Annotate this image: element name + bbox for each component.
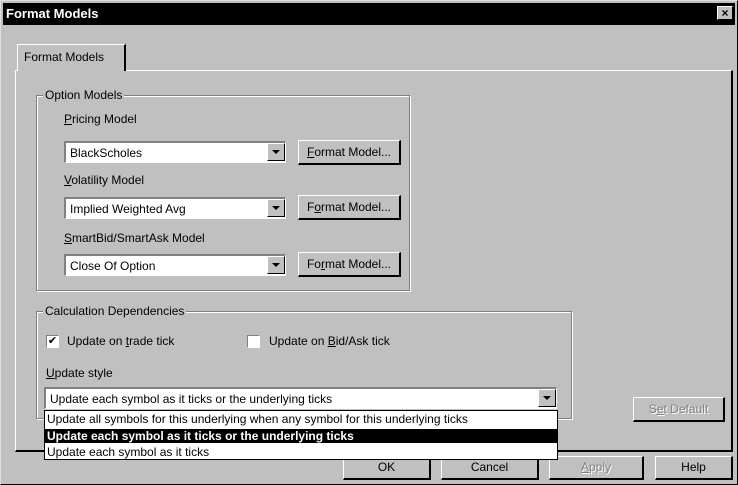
pricing-model-label: Pricing Model (64, 112, 137, 126)
volatility-model-select[interactable]: Implied Weighted Avg (64, 197, 286, 219)
window-title: Format Models (6, 6, 99, 21)
bidask-tick-checkbox[interactable] (247, 335, 260, 348)
set-default-button[interactable]: Set Default (633, 397, 725, 422)
list-item[interactable]: Update each symbol as it ticks or the un… (45, 429, 557, 443)
pricing-format-model-button[interactable]: Format Model... (298, 140, 401, 165)
pricing-model-value: BlackScholes (70, 146, 143, 160)
update-style-dropdown-list: Update all symbols for this underlying w… (44, 410, 558, 460)
smart-model-select[interactable]: Close Of Option (64, 254, 286, 276)
list-item[interactable]: Update all symbols for this underlying w… (45, 412, 557, 426)
trade-tick-checkbox[interactable]: ✔ (46, 335, 59, 348)
list-item[interactable]: Update each symbol as it ticks (45, 445, 557, 459)
tab-label: Format Models (24, 50, 105, 64)
smart-model-value: Close Of Option (70, 259, 156, 273)
chevron-down-icon[interactable] (267, 256, 285, 274)
update-style-select[interactable]: Update each symbol as it ticks or the un… (44, 387, 557, 409)
volatility-model-value: Implied Weighted Avg (70, 202, 186, 216)
apply-button[interactable]: Apply (549, 456, 644, 480)
update-style-value: Update each symbol as it ticks or the un… (50, 392, 333, 406)
bidask-tick-label: Update on Bid/Ask tick (269, 334, 390, 348)
pricing-model-select[interactable]: BlackScholes (64, 141, 286, 163)
smart-model-label: SmartBid/SmartAsk Model (64, 231, 205, 245)
chevron-down-icon[interactable] (267, 143, 285, 161)
trade-tick-label: Update on trade tick (67, 334, 175, 348)
volatility-format-model-button[interactable]: Format Model... (298, 195, 401, 220)
format-models-dialog: Format Models × Format Models Option Mod… (0, 0, 738, 485)
update-style-label: Update style (46, 366, 113, 380)
title-bar: Format Models × (3, 3, 735, 25)
chevron-down-icon[interactable] (538, 389, 556, 407)
help-button[interactable]: Help (655, 456, 733, 480)
volatility-model-label: Volatility Model (64, 173, 145, 187)
chevron-down-icon[interactable] (267, 199, 285, 217)
close-icon[interactable]: × (717, 6, 733, 20)
tab-format-models[interactable]: Format Models (17, 44, 126, 71)
smart-format-model-button[interactable]: Format Model... (298, 252, 401, 277)
option-models-label: Option Models (43, 88, 125, 102)
calc-dependencies-label: Calculation Dependencies (43, 304, 187, 318)
